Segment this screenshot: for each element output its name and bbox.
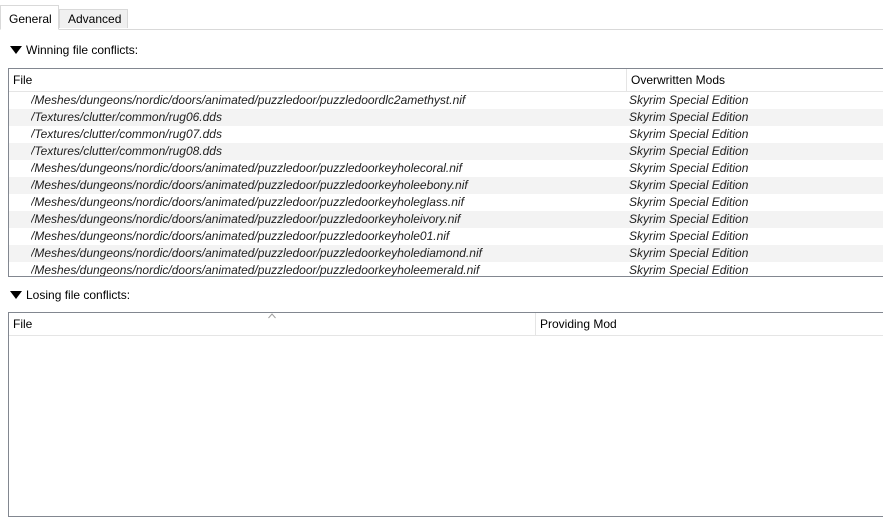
file-path-cell: /Meshes/dungeons/nordic/doors/animated/p… bbox=[31, 93, 466, 107]
losing-table-header: File Providing Mod bbox=[9, 313, 883, 336]
column-header-file[interactable]: File bbox=[9, 69, 625, 91]
winning-table-body: /Meshes/dungeons/nordic/doors/animated/p… bbox=[9, 92, 883, 277]
table-row[interactable]: /Meshes/dungeons/nordic/doors/animated/p… bbox=[9, 245, 883, 262]
tab-bar: General Advanced bbox=[0, 0, 883, 30]
file-path-cell: /Textures/clutter/common/rug06.dds bbox=[31, 110, 222, 124]
winning-section-title: Winning file conflicts: bbox=[26, 43, 139, 57]
overwritten-mod-cell: Skyrim Special Edition bbox=[629, 161, 749, 175]
table-row[interactable]: /Meshes/dungeons/nordic/doors/animated/p… bbox=[9, 228, 883, 245]
overwritten-mod-cell: Skyrim Special Edition bbox=[629, 144, 749, 158]
file-path-cell: /Meshes/dungeons/nordic/doors/animated/p… bbox=[31, 263, 480, 277]
table-row[interactable]: /Meshes/dungeons/nordic/doors/animated/p… bbox=[9, 194, 883, 211]
overwritten-mod-cell: Skyrim Special Edition bbox=[629, 110, 749, 124]
table-row[interactable]: /Meshes/dungeons/nordic/doors/animated/p… bbox=[9, 92, 883, 109]
tab-advanced[interactable]: Advanced bbox=[59, 9, 128, 28]
file-path-cell: /Meshes/dungeons/nordic/doors/animated/p… bbox=[31, 161, 462, 175]
column-header-file[interactable]: File bbox=[9, 313, 533, 335]
table-row[interactable]: /Textures/clutter/common/rug07.dds Skyrim… bbox=[9, 126, 883, 143]
losing-conflicts-table[interactable]: File Providing Mod bbox=[8, 312, 883, 517]
column-header-providing-mod[interactable]: Providing Mod bbox=[536, 313, 840, 335]
file-path-cell: /Meshes/dungeons/nordic/doors/animated/p… bbox=[31, 212, 461, 226]
collapse-triangle-icon[interactable] bbox=[10, 291, 22, 299]
overwritten-mod-cell: Skyrim Special Edition bbox=[629, 178, 749, 192]
table-row[interactable]: /Meshes/dungeons/nordic/doors/animated/p… bbox=[9, 160, 883, 177]
table-row[interactable]: /Textures/clutter/common/rug08.dds Skyrim… bbox=[9, 143, 883, 160]
overwritten-mod-cell: Skyrim Special Edition bbox=[629, 212, 749, 226]
table-row[interactable]: /Textures/clutter/common/rug06.dds Skyrim… bbox=[9, 109, 883, 126]
overwritten-mod-cell: Skyrim Special Edition bbox=[629, 93, 749, 107]
file-path-cell: /Meshes/dungeons/nordic/doors/animated/p… bbox=[31, 246, 482, 260]
overwritten-mod-cell: Skyrim Special Edition bbox=[629, 263, 749, 277]
losing-section-header[interactable]: Losing file conflicts: bbox=[10, 287, 130, 303]
collapse-triangle-icon[interactable] bbox=[10, 46, 22, 54]
file-path-cell: /Meshes/dungeons/nordic/doors/animated/p… bbox=[31, 195, 464, 209]
file-path-cell: /Meshes/dungeons/nordic/doors/animated/p… bbox=[31, 178, 468, 192]
overwritten-mod-cell: Skyrim Special Edition bbox=[629, 195, 749, 209]
table-row[interactable]: /Meshes/dungeons/nordic/doors/animated/p… bbox=[9, 177, 883, 194]
file-path-cell: /Textures/clutter/common/rug08.dds bbox=[31, 144, 222, 158]
overwritten-mod-cell: Skyrim Special Edition bbox=[629, 127, 749, 141]
file-path-cell: /Textures/clutter/common/rug07.dds bbox=[31, 127, 222, 141]
overwritten-mod-cell: Skyrim Special Edition bbox=[629, 246, 749, 260]
file-path-cell: /Meshes/dungeons/nordic/doors/animated/p… bbox=[31, 229, 450, 243]
winning-conflicts-table[interactable]: File Overwritten Mods /Meshes/dungeons/n… bbox=[8, 68, 883, 277]
winning-section-header[interactable]: Winning file conflicts: bbox=[10, 42, 138, 58]
table-row[interactable]: /Meshes/dungeons/nordic/doors/animated/p… bbox=[9, 211, 883, 228]
tab-general[interactable]: General bbox=[0, 5, 59, 30]
losing-section-title: Losing file conflicts: bbox=[26, 288, 131, 302]
table-row[interactable]: /Meshes/dungeons/nordic/doors/animated/p… bbox=[9, 262, 883, 277]
overwritten-mod-cell: Skyrim Special Edition bbox=[629, 229, 749, 243]
column-header-overwritten-mods[interactable]: Overwritten Mods bbox=[627, 69, 881, 91]
winning-table-header: File Overwritten Mods bbox=[9, 69, 883, 92]
